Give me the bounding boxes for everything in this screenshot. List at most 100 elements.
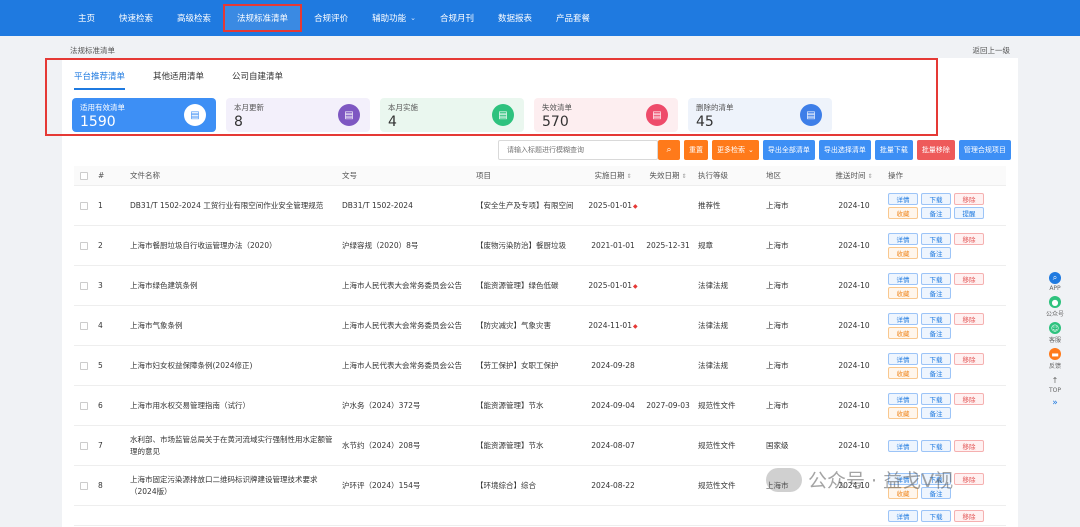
nav-item-5[interactable]: 辅助功能 ⌄ xyxy=(360,0,428,36)
nav-item-4[interactable]: 合规评价 xyxy=(302,0,360,36)
search-button[interactable]: ⌕ xyxy=(658,140,680,160)
side-tool-1[interactable]: ● 公众号 xyxy=(1046,296,1064,318)
action-button[interactable]: 移除 xyxy=(954,272,984,285)
action-button[interactable]: 移除 xyxy=(954,439,984,452)
nav-item-1[interactable]: 快速检索 xyxy=(107,0,165,36)
action-button[interactable]: 收藏 xyxy=(888,286,918,299)
side-tool-0[interactable]: ⌕ APP xyxy=(1049,272,1061,292)
action-button[interactable]: 详情 xyxy=(888,272,918,285)
action-button[interactable]: 移除 xyxy=(954,192,984,205)
action-button[interactable]: 移除 xyxy=(954,312,984,325)
batch-download-button[interactable]: 批量下载 xyxy=(874,140,913,160)
table-row: 1 DB31/T 1502-2024 工贸行业有限空间作业安全管理规范 DB31/T… xyxy=(74,186,1006,226)
tab-1[interactable]: 其他适用清单 xyxy=(153,70,204,90)
stat-card[interactable]: 适用有效清单 1590 ▤ xyxy=(72,98,216,132)
nav-item-3[interactable]: 法规标准清单 xyxy=(223,4,303,32)
row-checkbox[interactable] xyxy=(74,201,94,210)
action-button[interactable]: 收藏 xyxy=(888,246,918,259)
tab-2[interactable]: 公司自建清单 xyxy=(232,70,283,90)
nav-item-7[interactable]: 数据报表 xyxy=(486,0,544,36)
tab-0[interactable]: 平台推荐清单 xyxy=(74,70,126,90)
cell-name[interactable]: 上海市固定污染源排放口二维码标识牌建设管理技术要求（2024版） xyxy=(126,474,338,497)
action-button[interactable]: 移除 xyxy=(954,352,984,365)
action-button[interactable]: 详情 xyxy=(888,192,918,205)
column-header[interactable]: 失效日期 ⇕ xyxy=(642,170,694,181)
cell-idx-text: 7 xyxy=(98,441,103,450)
nav-item-8[interactable]: 产品套餐 xyxy=(544,0,602,36)
column-header[interactable]: 推送时间 ⇕ xyxy=(824,170,884,181)
action-button[interactable]: 下载 xyxy=(921,312,951,325)
row-checkbox[interactable] xyxy=(74,401,94,410)
action-button[interactable]: 下载 xyxy=(921,392,951,405)
action-button[interactable]: 详情 xyxy=(888,509,918,522)
row-checkbox[interactable] xyxy=(74,241,94,250)
action-button[interactable]: 详情 xyxy=(888,392,918,405)
action-button[interactable]: 下载 xyxy=(921,439,951,452)
more-search-button[interactable]: 更多检索 ⌄ xyxy=(712,140,759,160)
cell-name[interactable]: 上海市妇女权益保障条例(2024修正) xyxy=(126,360,338,371)
action-button[interactable]: 移除 xyxy=(954,472,984,485)
row-checkbox[interactable] xyxy=(74,321,94,330)
action-button[interactable]: 移除 xyxy=(954,232,984,245)
stat-card[interactable]: 失效清单 570 ▤ xyxy=(534,98,678,132)
action-button[interactable]: 备注 xyxy=(921,486,951,499)
action-button[interactable]: 下载 xyxy=(921,272,951,285)
action-button[interactable]: 备注 xyxy=(921,366,951,379)
action-button[interactable]: 详情 xyxy=(888,312,918,325)
stat-card[interactable]: 本月更新 8 ▤ xyxy=(226,98,370,132)
action-button[interactable]: 提醒 xyxy=(954,206,984,219)
cell-name[interactable]: 上海市餐厨垃圾自行收运管理办法（2020） xyxy=(126,240,338,251)
select-all-checkbox[interactable] xyxy=(74,171,94,180)
action-button[interactable]: 备注 xyxy=(921,326,951,339)
cell-name[interactable]: 上海市用水权交易管理指南（试行） xyxy=(126,400,338,411)
cell-region: 上海市 xyxy=(762,280,824,291)
search-input[interactable] xyxy=(498,140,658,160)
action-button[interactable]: 详情 xyxy=(888,352,918,365)
side-tool-label: 反馈 xyxy=(1048,363,1061,370)
cell-name[interactable]: 上海市绿色建筑条例 xyxy=(126,280,338,291)
stat-card[interactable]: 本月实施 4 ▤ xyxy=(380,98,524,132)
cell-name[interactable]: DB31/T 1502-2024 工贸行业有限空间作业安全管理规范 xyxy=(126,200,338,211)
action-button[interactable]: 下载 xyxy=(921,352,951,365)
side-tool-4[interactable]: ↑ TOP xyxy=(1049,374,1061,395)
row-checkbox[interactable] xyxy=(74,361,94,370)
cell-name[interactable]: 水利部、市场监管总局关于在黄河流域实行强制性用水定额管理的意见 xyxy=(126,434,338,457)
side-tool-3[interactable]: ▬ 反馈 xyxy=(1048,348,1061,370)
action-button[interactable]: 收藏 xyxy=(888,206,918,219)
reset-button[interactable]: 重置 xyxy=(684,140,708,160)
nav-item-6[interactable]: 合规月刊 xyxy=(428,0,486,36)
nav-item-2[interactable]: 高级检索 xyxy=(165,0,223,36)
action-button[interactable]: 备注 xyxy=(921,406,951,419)
stat-card[interactable]: 删除的清单 45 ▤ xyxy=(688,98,832,132)
action-button[interactable]: 下载 xyxy=(921,472,951,485)
export-selected-button[interactable]: 导出选择清单 xyxy=(818,140,871,160)
row-checkbox[interactable] xyxy=(74,281,94,290)
action-button[interactable]: 收藏 xyxy=(888,326,918,339)
action-button[interactable]: 收藏 xyxy=(888,486,918,499)
action-button[interactable]: 收藏 xyxy=(888,366,918,379)
back-link[interactable]: 返回上一级 xyxy=(973,45,1011,56)
manage-projects-button[interactable]: 管理合规项目 xyxy=(958,140,1011,160)
expand-side-button[interactable]: » xyxy=(1052,398,1058,408)
action-button[interactable]: 移除 xyxy=(954,509,984,522)
action-button[interactable]: 移除 xyxy=(954,392,984,405)
column-header[interactable]: 实施日期 ⇕ xyxy=(584,170,642,181)
row-checkbox[interactable] xyxy=(74,441,94,450)
action-button[interactable]: 备注 xyxy=(921,246,951,259)
action-button[interactable]: 下载 xyxy=(921,232,951,245)
action-button[interactable]: 下载 xyxy=(921,192,951,205)
action-button[interactable]: 详情 xyxy=(888,472,918,485)
cell-name[interactable]: 上海市气象条例 xyxy=(126,320,338,331)
action-button[interactable]: 备注 xyxy=(921,206,951,219)
export-all-button[interactable]: 导出全部清单 xyxy=(762,140,815,160)
row-checkbox[interactable] xyxy=(74,481,94,490)
action-button[interactable]: 备注 xyxy=(921,286,951,299)
batch-remove-button[interactable]: 批量移除 xyxy=(916,140,955,160)
action-button[interactable]: 下载 xyxy=(921,509,951,522)
action-button[interactable]: 收藏 xyxy=(888,406,918,419)
location-pin-icon: ◆ xyxy=(632,283,638,290)
nav-item-0[interactable]: 主页 xyxy=(66,0,107,36)
action-button[interactable]: 详情 xyxy=(888,232,918,245)
action-button[interactable]: 详情 xyxy=(888,439,918,452)
side-tool-2[interactable]: ☺ 客服 xyxy=(1048,322,1061,344)
